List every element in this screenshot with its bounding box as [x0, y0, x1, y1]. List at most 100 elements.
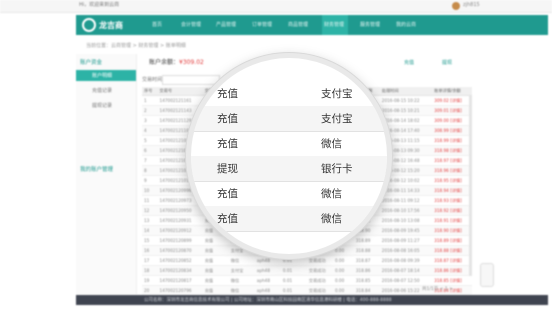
magnified-method: 支付宝 — [321, 88, 353, 100]
balance-amount: ¥309.02 — [179, 59, 204, 66]
table-cell: 2016-08-09 19:45 — [379, 225, 433, 236]
table-cell: 318.99 [详情] — [432, 135, 472, 146]
magnified-method: 银行卡 — [321, 163, 353, 175]
table-cell: 7 — [142, 155, 158, 166]
table-cell: 0.00 — [332, 275, 354, 286]
table-cell: 0.00 — [332, 265, 354, 276]
sidebar-item-label: 提现记录 — [92, 103, 113, 109]
table-cell: 309.02 [详情] — [432, 95, 472, 106]
table-cell: 309.00 [详情] — [432, 115, 472, 126]
nav-item-products[interactable]: 产品管理 — [216, 21, 236, 28]
nav-item-goods[interactable]: 商品管理 — [288, 21, 308, 28]
table-cell: 2016-08-11 14:33 — [379, 185, 433, 196]
table-cell: 318.85 [详情] — [432, 275, 472, 286]
magnified-row: 充值 微信 — [191, 206, 387, 232]
table-row[interactable]: 19 147002120817 充值 微信 aph48 0.01 交易成功 0.00 318.8… — [142, 275, 472, 286]
table-cell: 交易成功 — [306, 255, 333, 266]
table-cell: 2016-08-10 17:56 — [379, 205, 433, 216]
table-cell: 318.84 — [353, 285, 380, 296]
table-cell: 2016-08-07 18:14 — [379, 265, 433, 276]
table-cell: 318.88 [详情] — [432, 245, 472, 256]
table-cell: 14 — [142, 225, 158, 236]
nav-item-finance[interactable]: 财务管理 — [324, 21, 344, 28]
table-cell: 2016-08-14 18:02 — [379, 115, 433, 126]
table-cell: 0.00 — [332, 255, 354, 266]
table-scrollbar[interactable] — [469, 96, 472, 276]
pagination[interactable]: 共1/1页 < 1 > — [422, 286, 453, 292]
table-cell: 17 — [142, 255, 158, 266]
table-cell: 充值 — [202, 255, 229, 266]
table-cell: 318.89 [详情] — [432, 235, 472, 246]
nav-item-my-yunshang[interactable]: 我的云商 — [396, 21, 416, 28]
sidebar: 账户资金 账户明细 充值记录 提现记录 我的账户管理 — [76, 54, 137, 294]
table-cell: 充值 — [202, 265, 229, 276]
table-cell: 2 — [142, 105, 158, 116]
table-cell: 2016-08-10 13:08 — [379, 215, 433, 226]
table-cell: 18 — [142, 265, 158, 276]
table-cell: 309.01 [详情] — [432, 105, 472, 116]
table-cell: 318.93 [详情] — [432, 195, 472, 206]
table-cell: 0.01 — [280, 285, 307, 296]
sidebar-item-account-detail[interactable]: 账户明细 — [76, 70, 136, 81]
magnified-type: 充值 — [217, 188, 238, 200]
table-cell: 1 — [142, 95, 158, 106]
magnifier-lens: 充值 支付宝 充值 支付宝 充值 微信 提现 银行卡 充值 微信 充值 微信 — [186, 53, 392, 259]
footer-text: 公司名称：深圳市龙吉商信息技术有限公司 | 公司地址：深圳市南山区科技园南区清华… — [144, 298, 392, 303]
table-cell: aph48 — [254, 275, 281, 286]
table-cell: 318.87 — [353, 255, 380, 266]
magnified-row: 充值 支付宝 — [191, 81, 387, 107]
balance-label: 账户余额： — [149, 59, 180, 66]
table-cell: 318.86 — [353, 265, 380, 276]
magnified-type: 充值 — [217, 138, 238, 150]
table-cell: 147002120899 — [157, 235, 203, 246]
table-cell: 147002120852 — [157, 255, 203, 266]
table-cell: 318.92 [详情] — [432, 205, 472, 216]
table-cell: 8 — [142, 165, 158, 176]
table-cell: 147002120834 — [157, 265, 203, 276]
avatar[interactable] — [452, 2, 460, 10]
sidebar-item-recharge-records[interactable]: 充值记录 — [76, 85, 136, 96]
magnified-method: 微信 — [321, 138, 342, 150]
table-cell: 318.85 — [353, 275, 380, 286]
table-cell: 2016-08-15 10:21 — [379, 105, 433, 116]
nav-item-home[interactable]: 首页 — [152, 21, 162, 28]
table-cell: 13 — [142, 215, 158, 226]
sidebar-section-funds[interactable]: 账户资金 — [80, 58, 102, 66]
sidebar-section-account[interactable]: 我的账户管理 — [80, 165, 113, 173]
recharge-button[interactable]: 充值 — [404, 59, 414, 66]
magnified-method: 支付宝 — [321, 113, 353, 125]
nav-item-service[interactable]: 服务管理 — [360, 21, 380, 28]
top-bar: Hi，欢迎来到云商 zjh815 — [0, 0, 552, 13]
magnified-method: 微信 — [321, 213, 342, 225]
magnified-type: 充值 — [217, 113, 238, 125]
table-row[interactable]: 18 147002120834 充值 支付宝 aph48 0.01 交易成功 0.00 318.… — [142, 265, 472, 276]
table-cell: 5 — [142, 135, 158, 146]
main-header: 龙吉商 首页 会计管理 产品管理 订单管理 商品管理 财务管理 服务管理 我的云… — [76, 15, 548, 35]
nav-item-orders[interactable]: 订单管理 — [252, 21, 272, 28]
table-cell: 16 — [142, 245, 158, 256]
table-cell: 318.91 [详情] — [432, 215, 472, 226]
table-cell: 交易成功 — [306, 275, 333, 286]
footer: 公司名称：深圳市龙吉商信息技术有限公司 | 公司地址：深圳市南山区科技园南区清华… — [76, 295, 548, 305]
magnified-type: 提现 — [217, 163, 238, 175]
greeting-text: Hi，欢迎来到云商 — [79, 2, 120, 8]
table-cell: 11 — [142, 195, 158, 206]
username-link[interactable]: zjh815 — [463, 2, 480, 8]
nav-item-accounting[interactable]: 会计管理 — [181, 21, 201, 28]
table-cell: 318.89 — [353, 235, 380, 246]
table-cell: 充值 — [202, 275, 229, 286]
withdraw-button[interactable]: 提现 — [442, 59, 452, 66]
sidebar-item-withdraw-records[interactable]: 提现记录 — [76, 100, 136, 111]
table-cell: 318.88 — [353, 245, 380, 256]
table-cell: 2016-08-15 10:22 — [379, 95, 433, 106]
column-header: 账单详情/余额 — [432, 87, 472, 96]
table-cell: 147002120870 — [157, 245, 203, 256]
table-cell: 充值 — [202, 245, 229, 256]
table-cell: 147002120796 — [157, 285, 203, 296]
magnified-method: 微信 — [321, 188, 342, 200]
table-cell: 318.94 [详情] — [432, 185, 472, 196]
magnified-type: 充值 — [217, 213, 238, 225]
logo-icon — [82, 18, 96, 32]
table-cell: 6 — [142, 145, 158, 156]
float-tool-button[interactable] — [480, 263, 494, 287]
